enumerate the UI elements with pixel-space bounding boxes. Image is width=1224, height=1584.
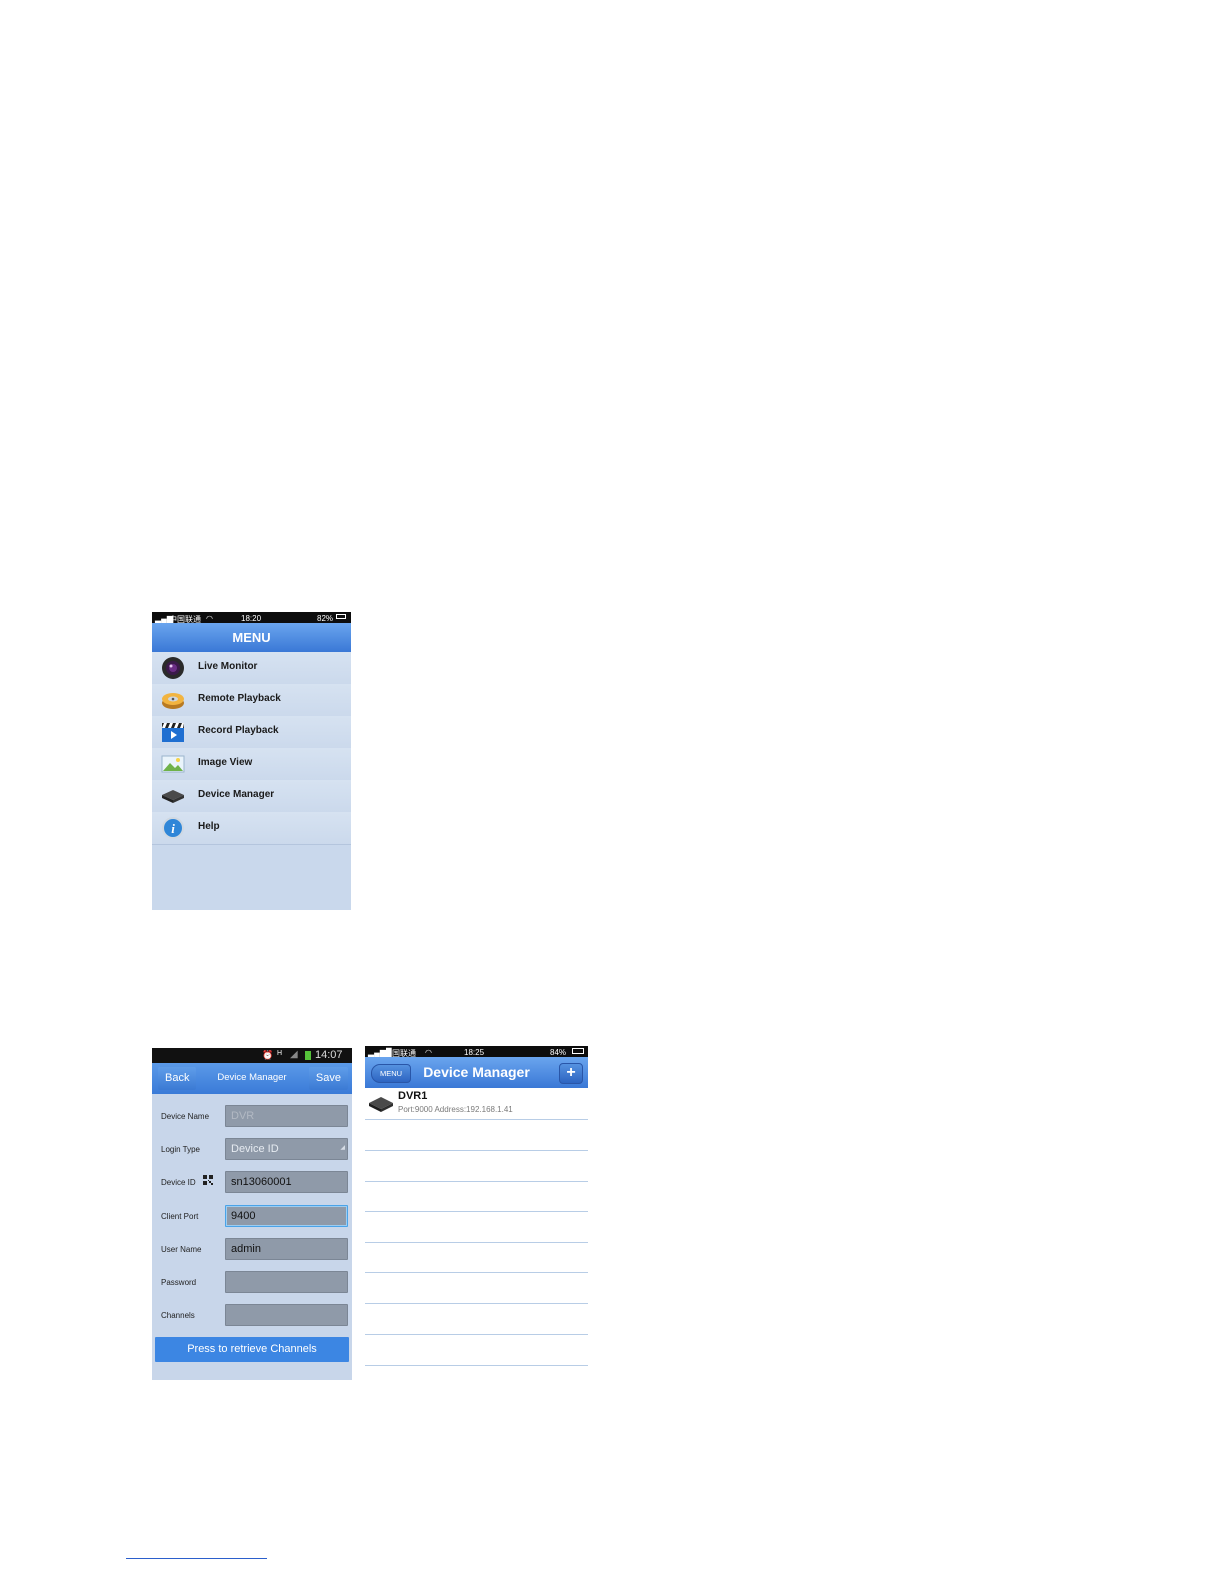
battery-icon [305, 1051, 311, 1060]
device-list-nav-bar: MENU Device Manager + [365, 1057, 588, 1088]
device-info: Port:9000 Address:192.168.1.41 [398, 1105, 513, 1114]
device-name: DVR1 [398, 1090, 428, 1102]
dvr-box-icon [162, 790, 184, 803]
channels-label: Channels [161, 1311, 195, 1320]
save-button[interactable]: Save [308, 1067, 348, 1090]
menu-item-label: Device Manager [198, 789, 275, 800]
info-icon: i [162, 817, 184, 839]
qr-code-icon[interactable] [203, 1175, 213, 1185]
menu-item-label: Live Monitor [198, 661, 258, 672]
list-item [365, 1335, 588, 1366]
page-title: Device Manager [423, 1064, 530, 1080]
login-type-label: Login Type [161, 1145, 200, 1154]
menu-item-label: Help [198, 821, 220, 832]
list-item [365, 1242, 588, 1273]
device-id-label: Device ID [161, 1178, 196, 1187]
wifi-icon: ◠ [425, 1048, 432, 1057]
add-device-button[interactable]: + [559, 1063, 583, 1084]
channels-input[interactable] [225, 1304, 348, 1326]
device-id-row: Device ID sn13060001 [152, 1169, 352, 1195]
alarm-icon: ⏰ [262, 1050, 274, 1060]
list-item [365, 1304, 588, 1335]
login-type-row: Login Type Device ID ◢ [152, 1136, 352, 1162]
dropdown-corner-icon: ◢ [340, 1145, 345, 1151]
login-type-select[interactable]: Device ID ◢ [225, 1138, 348, 1160]
menu-item-label: Record Playback [198, 725, 279, 736]
battery-icon [336, 614, 346, 619]
password-label: Password [161, 1278, 197, 1287]
device-list-item[interactable]: DVR1 Port:9000 Address:192.168.1.41 [365, 1089, 588, 1120]
hard-disk-icon [162, 693, 184, 709]
device-edit-screen: ⏰ H ◢ 14:07 Back Device Manager Save Dev… [152, 1048, 352, 1380]
battery-percent: 84% [550, 1048, 567, 1057]
menu-item-label: Image View [198, 757, 253, 768]
status-bar: ▂▄▆ 中国联通 ◠ 18:20 82% [152, 612, 351, 624]
retrieve-channels-button[interactable]: Press to retrieve Channels [155, 1337, 349, 1362]
status-time: 18:20 [241, 614, 262, 623]
user-name-row: User Name admin [152, 1236, 352, 1262]
svg-text:i: i [171, 821, 175, 836]
status-bar: ⏰ H ◢ 14:07 [152, 1048, 352, 1063]
list-item [365, 1212, 588, 1243]
user-name-label: User Name [161, 1245, 202, 1254]
edit-nav-bar: Back Device Manager Save [152, 1063, 352, 1094]
list-item [365, 1120, 588, 1151]
network-type-icon: H [277, 1050, 283, 1057]
menu-screen: ▂▄▆ 中国联通 ◠ 18:20 82% MENU Live Monitor R… [152, 612, 351, 910]
list-item [365, 1181, 588, 1212]
list-item [365, 1273, 588, 1304]
channels-row: Channels [152, 1302, 352, 1328]
password-input[interactable] [225, 1271, 348, 1293]
device-name-input[interactable]: DVR [225, 1105, 348, 1127]
menu-item-help[interactable]: i Help [152, 812, 351, 845]
camera-lens-icon [162, 657, 184, 679]
signal-icon: ◢ [290, 1049, 298, 1060]
landscape-image-icon [161, 755, 185, 773]
status-bar: ▂▄▆█ 中国联通 ◠ 18:25 84% [365, 1046, 588, 1058]
device-name-row: Device Name DVR [152, 1103, 352, 1129]
menu-item-record-playback[interactable]: Record Playback [152, 716, 351, 749]
device-id-input[interactable]: sn13060001 [225, 1171, 348, 1193]
login-type-value: Device ID [231, 1143, 279, 1155]
clapperboard-icon [162, 723, 184, 742]
client-port-label: Client Port [161, 1212, 199, 1221]
password-row: Password [152, 1269, 352, 1295]
status-time: 14:07 [315, 1049, 343, 1061]
device-name-label: Device Name [161, 1112, 210, 1121]
device-list-screen: ▂▄▆█ 中国联通 ◠ 18:25 84% MENU Device Manage… [365, 1046, 588, 1368]
battery-percent: 82% [317, 614, 334, 623]
footnote-divider [126, 1558, 267, 1559]
menu-title: MENU [152, 623, 351, 652]
menu-item-label: Remote Playback [198, 693, 281, 704]
status-time: 18:25 [464, 1048, 485, 1057]
wifi-icon: ◠ [206, 614, 213, 623]
menu-item-live-monitor[interactable]: Live Monitor [152, 652, 351, 685]
client-port-input[interactable]: 9400 [225, 1205, 348, 1227]
menu-item-remote-playback[interactable]: Remote Playback [152, 684, 351, 717]
battery-icon [572, 1048, 584, 1054]
dvr-box-icon [369, 1097, 393, 1112]
user-name-input[interactable]: admin [225, 1238, 348, 1260]
menu-item-device-manager[interactable]: Device Manager [152, 780, 351, 813]
list-item [365, 1151, 588, 1182]
menu-item-image-view[interactable]: Image View [152, 748, 351, 781]
client-port-row: Client Port 9400 [152, 1203, 352, 1229]
